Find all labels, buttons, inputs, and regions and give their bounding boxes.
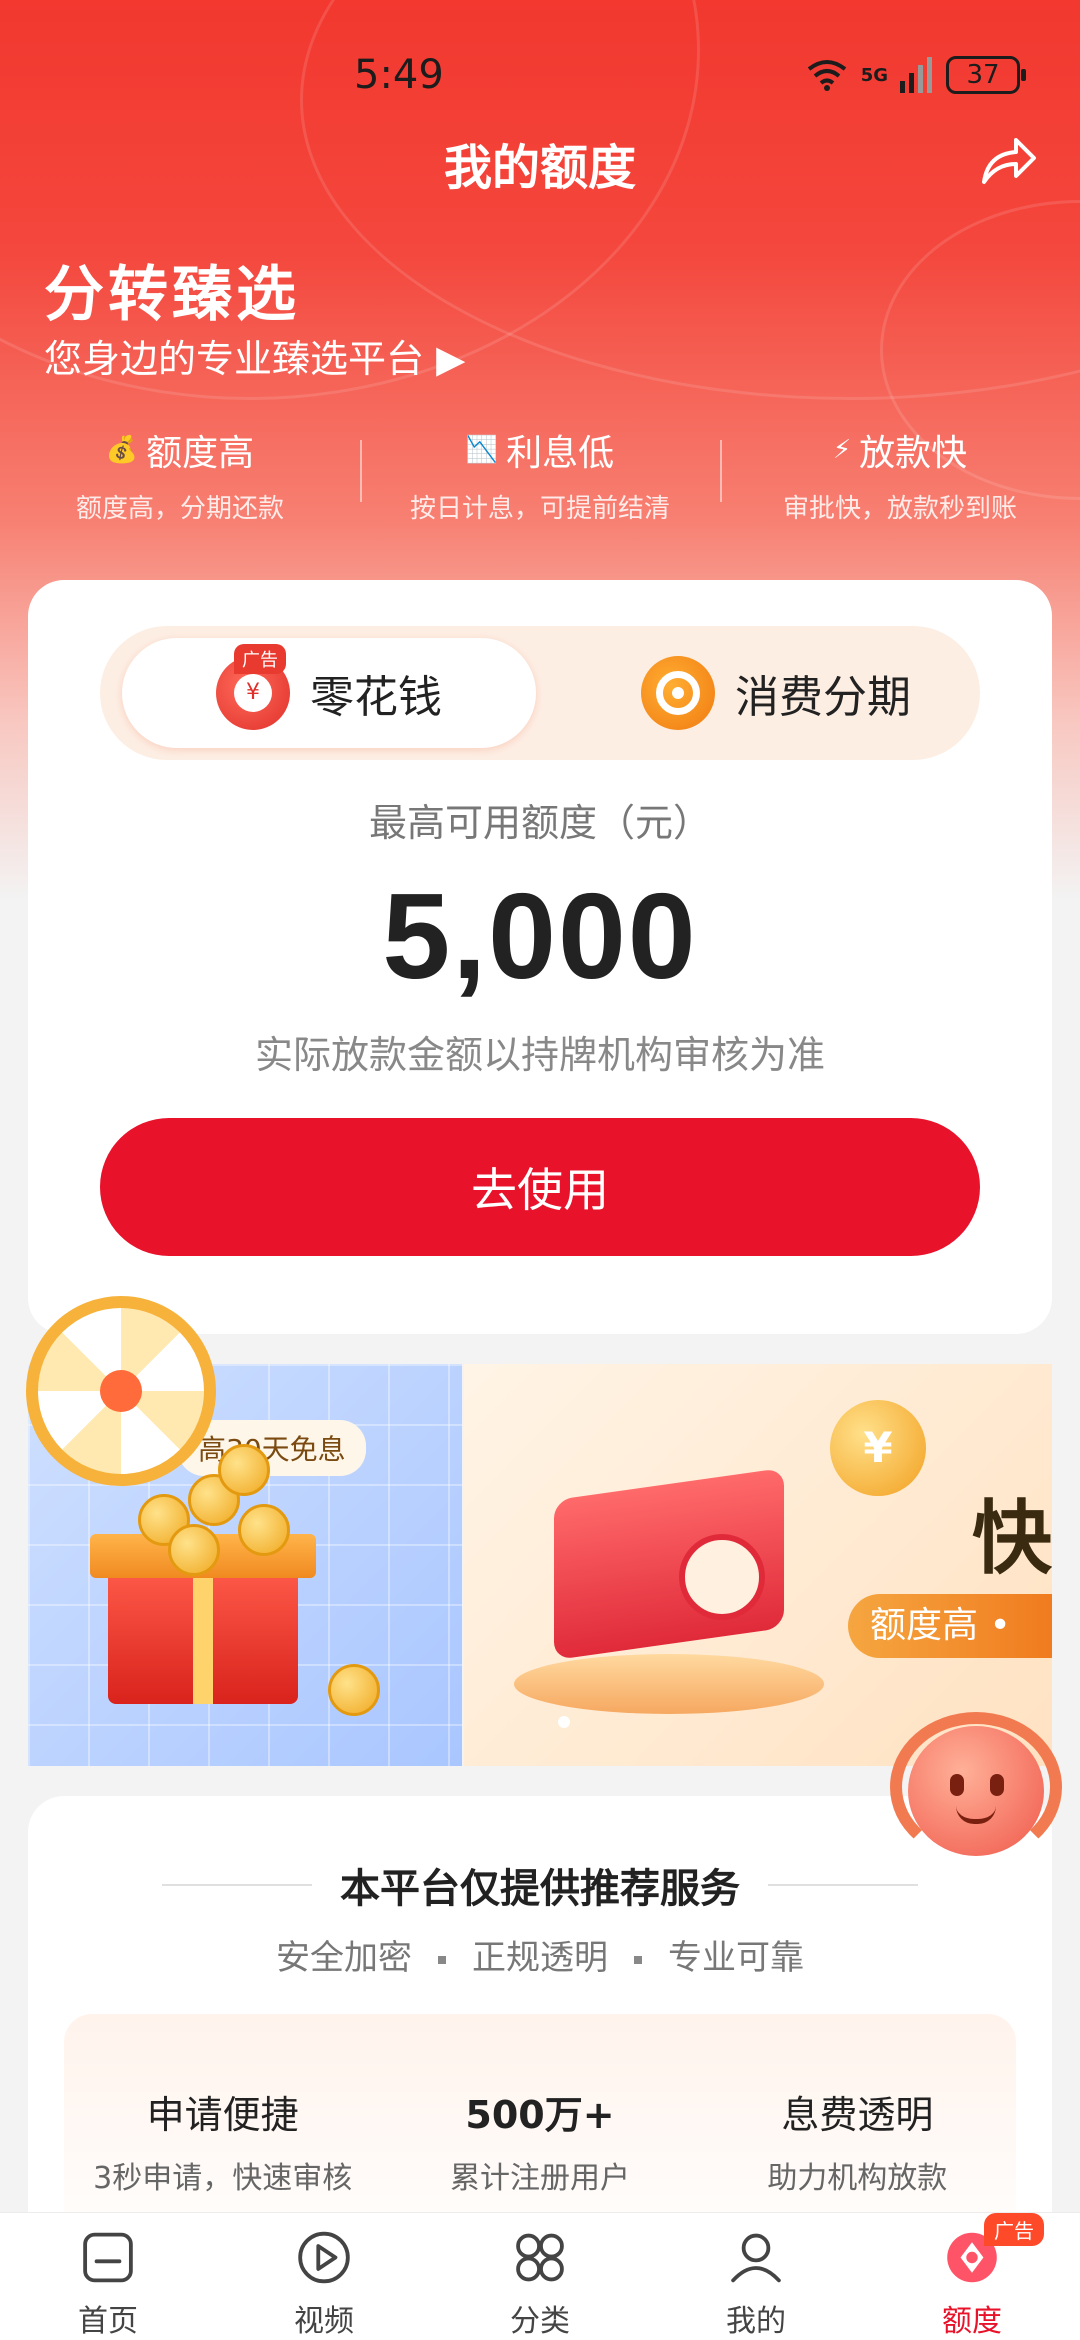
stat-desc: 累计注册用户 — [449, 2161, 630, 2196]
stat-title: 500万+ — [465, 2093, 615, 2137]
tab-label: 零花钱 — [310, 672, 442, 723]
tab-label: 分类 — [510, 2304, 570, 2339]
feature-title: 放款快 — [859, 433, 968, 474]
tab-video[interactable]: 视频 — [216, 2213, 432, 2340]
feature-high-limit: 💰 额度高 额度高，分期还款 — [0, 424, 360, 524]
use-button[interactable]: 去使用 — [100, 1118, 980, 1256]
ad-badge: 广告 — [234, 644, 286, 674]
target-coin-icon — [641, 656, 715, 730]
wifi-icon — [807, 60, 846, 91]
home-icon — [83, 2232, 133, 2283]
tab-credit[interactable]: 广告 额度 — [864, 2213, 1080, 2340]
feature-row: 💰 额度高 额度高，分期还款 📉 利息低 按日计息，可提前结清 ⚡ 放款快 审批… — [0, 424, 1080, 524]
tab-category[interactable]: 分类 — [432, 2213, 648, 2340]
feature-title: 额度高 — [146, 433, 255, 474]
tab-home[interactable]: 首页 — [0, 2213, 216, 2340]
tab-label: 视频 — [294, 2304, 354, 2339]
status-icons: 5G 37 — [805, 56, 1026, 94]
yen-coin-icon: ¥ — [830, 1400, 926, 1496]
tab-label: 我的 — [726, 2304, 786, 2339]
info-tags: 安全加密 正规透明 专业可靠 — [28, 1930, 1052, 1979]
info-tag: 正规透明 — [472, 1938, 608, 1978]
signal-icon — [900, 57, 932, 93]
banner-headline: 快 — [972, 1492, 1052, 1585]
clock-icon — [679, 1534, 765, 1620]
feature-desc: 审批快，放款秒到账 — [782, 494, 1017, 524]
feature-fast-loan: ⚡ 放款快 审批快，放款秒到账 — [720, 424, 1080, 524]
customer-service-icon[interactable] — [886, 1706, 1066, 1882]
carousel-dot — [558, 1716, 570, 1728]
share-icon[interactable] — [980, 136, 1038, 186]
feature-desc: 按日计息，可提前结清 — [409, 494, 670, 524]
limit-note: 实际放款金额以持牌机构审核为准 — [254, 1033, 825, 1077]
category-icon — [516, 2233, 564, 2282]
chart-icon: 📉 — [465, 435, 499, 465]
lucky-wheel-icon[interactable] — [26, 1296, 216, 1486]
status-time: 5:49 — [354, 52, 444, 98]
limit-label: 最高可用额度（元） — [368, 801, 711, 845]
platform-shape — [514, 1654, 824, 1714]
info-tag: 专业可靠 — [668, 1938, 804, 1978]
info-title: 本平台仅提供推荐服务 — [340, 1866, 740, 1912]
play-icon — [298, 2231, 350, 2284]
lightning-icon: ⚡ — [832, 435, 852, 465]
ad-badge: 广告 — [984, 2213, 1044, 2246]
limit-value: 5,000 — [382, 868, 698, 1004]
carousel-dots — [558, 1716, 570, 1728]
gift-box-icon — [108, 1564, 298, 1704]
feature-low-interest: 📉 利息低 按日计息，可提前结清 — [360, 424, 720, 524]
brand-title: 分转臻选 — [44, 260, 300, 330]
yen-coin-icon: ¥ 广告 — [216, 644, 290, 730]
tab-label: 消费分期 — [735, 672, 911, 723]
tab-label: 额度 — [942, 2304, 1002, 2339]
coin-icon — [168, 1524, 220, 1576]
stat-title: 申请便捷 — [146, 2093, 299, 2137]
coin-icon — [218, 1444, 270, 1496]
tab-label: 首页 — [78, 2304, 138, 2339]
brand-subtitle[interactable]: 您身边的专业臻选平台 ▶ — [44, 328, 465, 383]
info-tag: 安全加密 — [276, 1938, 412, 1978]
stat-title: 息费透明 — [781, 2093, 934, 2137]
bottom-tab-bar: 首页 视频 分类 我的 广告 额度 — [0, 2212, 1080, 2340]
page-title: 我的额度 — [443, 140, 636, 196]
coin-icon — [238, 1504, 290, 1556]
tab-installment[interactable]: 消费分期 — [586, 638, 966, 748]
coin-icon — [328, 1664, 380, 1716]
tab-pocket-money[interactable]: ¥ 广告 零花钱 — [122, 638, 536, 748]
battery-indicator: 37 — [946, 56, 1026, 94]
quota-pill: 额度高 • — [848, 1594, 1052, 1658]
network-label: 5G — [860, 64, 888, 86]
money-bag-icon: 💰 — [105, 435, 139, 465]
stat-desc: 助力机构放款 — [767, 2161, 948, 2196]
feature-desc: 额度高，分期还款 — [75, 494, 284, 524]
stat-desc: 3秒申请，快速审核 — [93, 2161, 353, 2196]
tab-mine[interactable]: 我的 — [648, 2213, 864, 2340]
feature-title: 利息低 — [506, 433, 615, 474]
profile-icon — [731, 2233, 781, 2283]
credit-card: ¥ 广告 零花钱 消费分期 最高可用额度（元） 5,000 实际放款金额以持牌机… — [28, 580, 1052, 1334]
product-tabs: ¥ 广告 零花钱 消费分期 — [100, 626, 980, 760]
